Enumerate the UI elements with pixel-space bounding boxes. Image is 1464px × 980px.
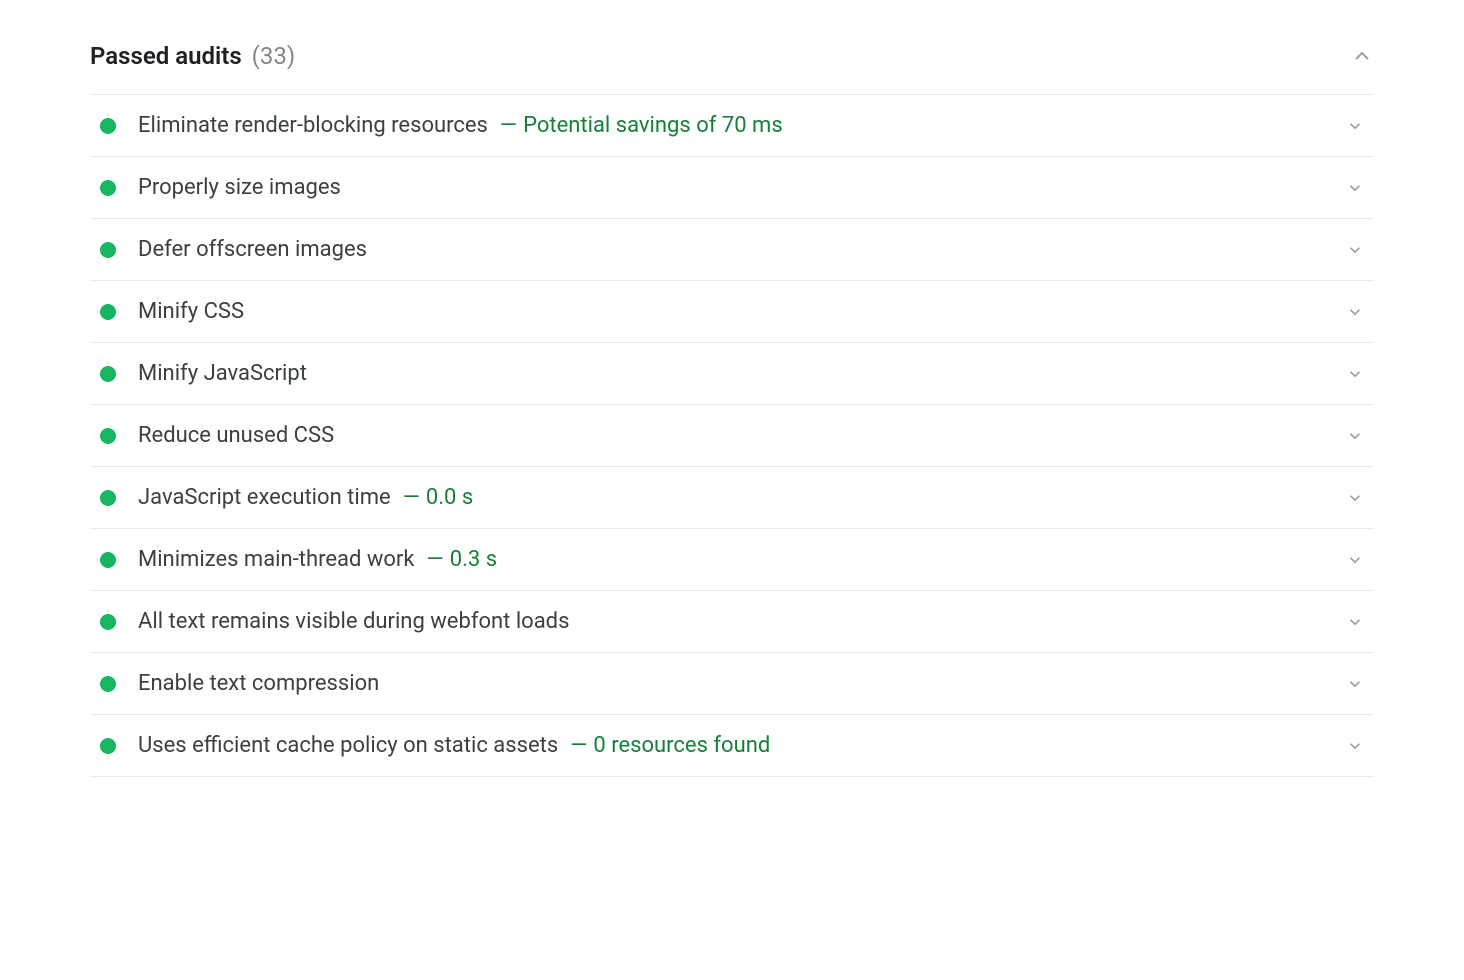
audit-row[interactable]: Minimizes main-thread work —0.3 s [90,529,1374,591]
audit-left: Properly size images [100,175,341,200]
audit-text: Minify CSS [138,299,244,324]
audit-row[interactable]: Defer offscreen images [90,219,1374,281]
audit-row[interactable]: Enable text compression [90,653,1374,715]
audit-left: Minify CSS [100,299,244,324]
pass-dot-icon [100,304,116,320]
pass-dot-icon [100,738,116,754]
pass-dot-icon [100,180,116,196]
audit-left: All text remains visible during webfont … [100,609,569,634]
audit-label: Reduce unused CSS [138,423,334,448]
audit-detail: —Potential savings of 70 ms [500,113,783,138]
dash-icon: — [427,547,444,572]
audit-label: Minimizes main-thread work [138,547,415,572]
pass-dot-icon [100,552,116,568]
audit-left: Eliminate render-blocking resources —Pote… [100,113,783,138]
section-title: Passed audits [90,42,242,70]
audit-text: Properly size images [138,175,341,200]
section-count: (33) [252,42,296,70]
audit-row[interactable]: Reduce unused CSS [90,405,1374,467]
audit-detail-text: Potential savings of 70 ms [523,113,783,138]
audit-label: Minify JavaScript [138,361,307,386]
audit-text: Minimizes main-thread work —0.3 s [138,547,497,572]
audit-text: Defer offscreen images [138,237,367,262]
chevron-down-icon [1346,675,1364,693]
pass-dot-icon [100,428,116,444]
chevron-down-icon [1346,551,1364,569]
audit-text: JavaScript execution time —0.0 s [138,485,473,510]
audit-text: Reduce unused CSS [138,423,334,448]
audit-label: Defer offscreen images [138,237,367,262]
audit-left: Reduce unused CSS [100,423,334,448]
audit-row[interactable]: Minify CSS [90,281,1374,343]
pass-dot-icon [100,242,116,258]
chevron-down-icon [1346,489,1364,507]
audit-text: Minify JavaScript [138,361,307,386]
chevron-down-icon [1346,179,1364,197]
passed-audits-header[interactable]: Passed audits (33) [90,30,1374,94]
audit-list: Eliminate render-blocking resources—Pote… [90,94,1374,777]
audit-left: Minify JavaScript [100,361,307,386]
pass-dot-icon [100,676,116,692]
audit-text: All text remains visible during webfont … [138,609,569,634]
audit-label: All text remains visible during webfont … [138,609,569,634]
audit-row[interactable]: Properly size images [90,157,1374,219]
audit-row[interactable]: All text remains visible during webfont … [90,591,1374,653]
dash-icon: — [570,733,587,758]
chevron-down-icon [1346,613,1364,631]
audit-row[interactable]: JavaScript execution time —0.0 s [90,467,1374,529]
audit-text: Eliminate render-blocking resources —Pote… [138,113,783,138]
audit-left: Minimizes main-thread work —0.3 s [100,547,497,572]
pass-dot-icon [100,614,116,630]
audit-label: Enable text compression [138,671,379,696]
audit-text: Uses efficient cache policy on static as… [138,733,770,758]
dash-icon: — [403,485,420,510]
pass-dot-icon [100,118,116,134]
audit-row[interactable]: Uses efficient cache policy on static as… [90,715,1374,777]
audit-detail-text: 0 resources found [593,733,770,758]
audit-detail: —0.0 s [403,485,474,510]
audit-left: Uses efficient cache policy on static as… [100,733,770,758]
audit-row[interactable]: Eliminate render-blocking resources —Pote… [90,95,1374,157]
chevron-down-icon [1346,303,1364,321]
dash-icon: — [500,113,517,138]
pass-dot-icon [100,366,116,382]
pass-dot-icon [100,490,116,506]
audit-left: Enable text compression [100,671,379,696]
audit-label: Uses efficient cache policy on static as… [138,733,558,758]
audit-detail-text: 0.3 s [450,547,497,572]
audit-left: Defer offscreen images [100,237,367,262]
chevron-down-icon [1346,427,1364,445]
audit-detail-text: 0.0 s [426,485,473,510]
audit-detail: —0.3 s [427,547,498,572]
audit-label: JavaScript execution time [138,485,391,510]
audit-detail: —0 resources found [570,733,770,758]
audit-row[interactable]: Minify JavaScript [90,343,1374,405]
chevron-down-icon [1346,737,1364,755]
audit-label: Eliminate render-blocking resources [138,113,488,138]
chevron-down-icon [1346,117,1364,135]
audit-left: JavaScript execution time —0.0 s [100,485,473,510]
audit-text: Enable text compression [138,671,379,696]
audit-label: Minify CSS [138,299,244,324]
chevron-down-icon [1346,365,1364,383]
audit-label: Properly size images [138,175,341,200]
chevron-down-icon [1346,241,1364,259]
chevron-up-icon [1350,44,1374,68]
section-title-wrap: Passed audits (33) [90,42,295,70]
